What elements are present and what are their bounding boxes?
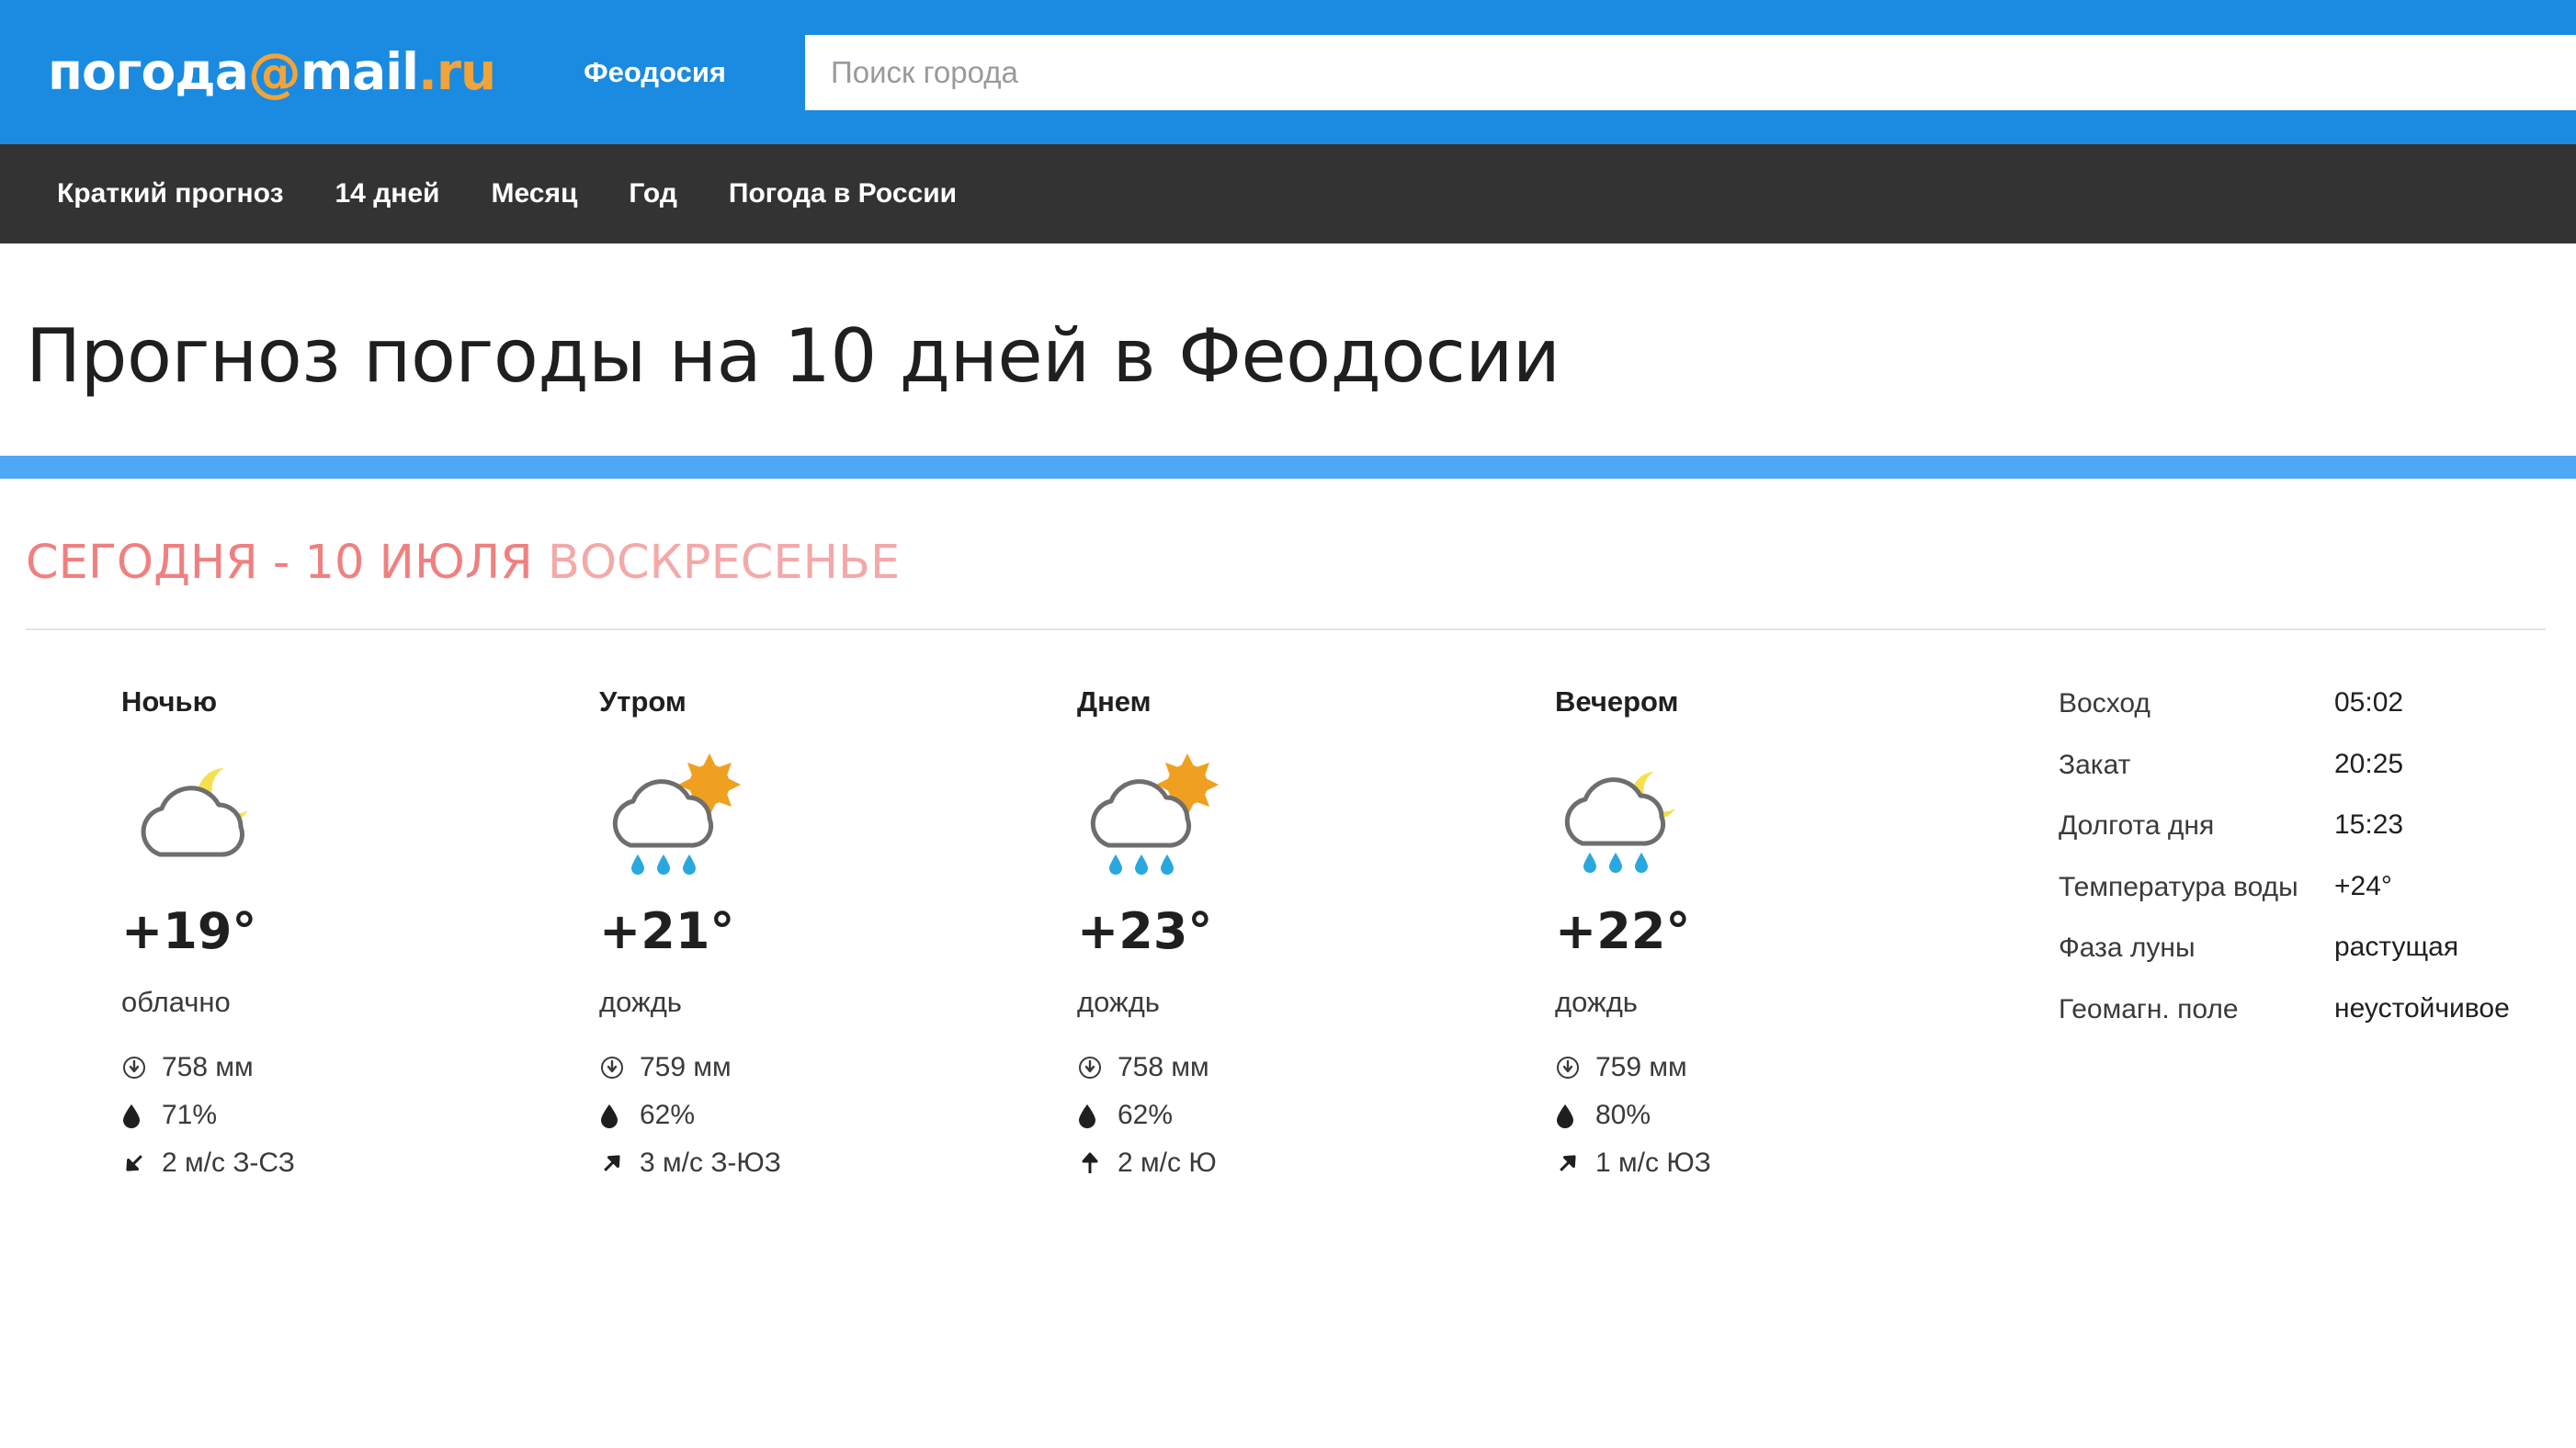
pressure-icon	[599, 1055, 630, 1080]
condition-evening: дождь	[1555, 986, 1638, 1018]
wind-value-night: 2 м/с З-СЗ	[162, 1148, 295, 1178]
nav-item-short-forecast[interactable]: Краткий прогноз	[57, 178, 283, 209]
humidity-drop-icon	[1077, 1103, 1108, 1128]
pressure-icon	[1555, 1055, 1586, 1080]
wind-morning: 3 м/с З-ЮЗ	[599, 1148, 1077, 1179]
humidity-morning: 62%	[599, 1100, 1077, 1131]
astro-row-water-temp: Температура воды +24°	[2059, 871, 2510, 905]
astro-row-sunset: Закат 20:25	[2059, 749, 2510, 783]
wind-direction-arrow-icon	[599, 1150, 630, 1176]
astro-value-geomagnetic: неустойчивое	[2334, 992, 2510, 1024]
condition-day: дождь	[1077, 986, 1160, 1018]
astro-row-moon-phase: Фаза луны растущая	[2059, 932, 2510, 966]
astro-label-geomagnetic: Геомагн. поле	[2059, 993, 2239, 1024]
wind-day: 2 м/с Ю	[1077, 1148, 1555, 1179]
pressure-day: 758 мм	[1077, 1052, 1555, 1083]
pressure-evening: 759 мм	[1555, 1052, 2033, 1083]
forecast-part-morning: Утром +21° дождь 759 мм 62% 3 м/с З-ЮЗ	[599, 685, 1077, 1195]
nav-item-year[interactable]: Год	[629, 178, 677, 209]
moon-cloud-rain-icon	[1555, 752, 2033, 889]
site-logo[interactable]: погода@mail.ru	[48, 46, 496, 99]
sun-cloud-rain-icon	[1077, 752, 1555, 889]
temperature-morning: +21°	[599, 902, 735, 960]
part-label-evening: Вечером	[1555, 685, 1679, 718]
humidity-evening: 80%	[1555, 1100, 2033, 1131]
astro-value-daylength: 15:23	[2334, 809, 2404, 841]
forecast-part-night: Ночью +19° облачно 758 мм 71% 2 м/с З-СЗ	[121, 685, 599, 1195]
wind-value-day: 2 м/с Ю	[1118, 1148, 1217, 1178]
astro-value-water-temp: +24°	[2334, 870, 2392, 901]
main-navigation: Краткий прогноз 14 дней Месяц Год Погода…	[0, 144, 2576, 243]
today-date-header: СЕГОДНЯ - 10 ИЮЛЯ ВОСКРЕСЕНЬЕ	[0, 479, 2576, 590]
pressure-night: 758 мм	[121, 1052, 599, 1083]
logo-mail-text: mail	[300, 41, 419, 101]
search-input[interactable]	[805, 34, 2576, 110]
wind-direction-arrow-icon	[1555, 1150, 1586, 1176]
blue-divider	[0, 456, 2576, 479]
pressure-value-day: 758 мм	[1118, 1052, 1209, 1082]
temperature-day: +23°	[1077, 902, 1213, 960]
humidity-drop-icon	[599, 1103, 630, 1128]
pressure-morning: 759 мм	[599, 1052, 1077, 1083]
astro-value-sunset: 20:25	[2334, 748, 2404, 779]
site-header: погода@mail.ru Феодосия	[0, 0, 2576, 144]
humidity-value-day: 62%	[1118, 1100, 1174, 1130]
today-date-text: СЕГОДНЯ - 10 ИЮЛЯ	[26, 536, 533, 590]
wind-night: 2 м/с З-СЗ	[121, 1148, 599, 1179]
humidity-day: 62%	[1077, 1100, 1555, 1131]
humidity-value-night: 71%	[162, 1100, 218, 1130]
temperature-night: +19°	[121, 902, 257, 960]
wind-direction-arrow-icon	[1077, 1150, 1108, 1176]
humidity-value-evening: 80%	[1595, 1100, 1651, 1130]
condition-morning: дождь	[599, 986, 682, 1018]
astro-label-daylength: Долгота дня	[2059, 810, 2215, 842]
forecast-part-evening: Вечером +22° дождь 759 мм 80% 1 м/с ЮЗ	[1555, 685, 2033, 1195]
daily-forecast-row: Ночью +19° облачно 758 мм 71% 2 м/с З-СЗ…	[0, 630, 2576, 1195]
pressure-value-morning: 759 мм	[640, 1052, 732, 1082]
logo-at-icon: @	[247, 40, 301, 104]
humidity-drop-icon	[1555, 1103, 1586, 1128]
pressure-value-evening: 759 мм	[1595, 1052, 1687, 1082]
logo-ru-text: .ru	[417, 41, 496, 101]
astro-value-moon-phase: растущая	[2334, 932, 2459, 963]
current-city-label[interactable]: Феодосия	[584, 56, 726, 89]
pressure-value-night: 758 мм	[162, 1052, 254, 1082]
page-title: Прогноз погоды на 10 дней в Феодосии	[26, 313, 1560, 399]
nav-item-14-days[interactable]: 14 дней	[335, 178, 439, 209]
astro-row-sunrise: Восход 05:02	[2059, 687, 2510, 721]
pressure-icon	[1077, 1055, 1108, 1080]
wind-direction-arrow-icon	[121, 1150, 153, 1176]
wind-evening: 1 м/с ЮЗ	[1555, 1148, 2033, 1179]
part-label-morning: Утром	[599, 685, 687, 718]
astro-value-sunrise: 05:02	[2334, 687, 2404, 718]
astro-label-water-temp: Температура воды	[2059, 871, 2298, 902]
moon-cloud-icon	[121, 752, 599, 889]
humidity-drop-icon	[121, 1103, 153, 1128]
humidity-value-morning: 62%	[640, 1100, 696, 1130]
astro-label-sunset: Закат	[2059, 749, 2131, 780]
astro-row-geomagnetic: Геомагн. поле неустойчивое	[2059, 993, 2510, 1027]
nav-item-russia-weather[interactable]: Погода в России	[729, 178, 957, 209]
logo-pogoda-text: погода	[48, 41, 249, 101]
astro-row-daylength: Долгота дня 15:23	[2059, 809, 2510, 843]
astro-info-table: Восход 05:02 Закат 20:25 Долгота дня 15:…	[2059, 685, 2510, 1195]
condition-night: облачно	[121, 986, 231, 1018]
temperature-evening: +22°	[1555, 902, 1691, 960]
humidity-night: 71%	[121, 1100, 599, 1131]
nav-item-month[interactable]: Месяц	[491, 178, 577, 209]
wind-value-evening: 1 м/с ЮЗ	[1595, 1148, 1711, 1178]
pressure-icon	[121, 1055, 153, 1080]
sun-cloud-rain-icon	[599, 752, 1077, 889]
astro-label-moon-phase: Фаза луны	[2059, 933, 2196, 964]
astro-label-sunrise: Восход	[2059, 688, 2150, 718]
wind-value-morning: 3 м/с З-ЮЗ	[640, 1148, 781, 1178]
search-container	[805, 34, 2576, 110]
forecast-part-day: Днем +23° дождь 758 мм 62% 2 м/с Ю	[1077, 685, 1555, 1195]
part-label-night: Ночью	[121, 685, 218, 718]
part-label-day: Днем	[1077, 685, 1152, 718]
today-weekday-text: ВОСКРЕСЕНЬЕ	[547, 536, 901, 590]
